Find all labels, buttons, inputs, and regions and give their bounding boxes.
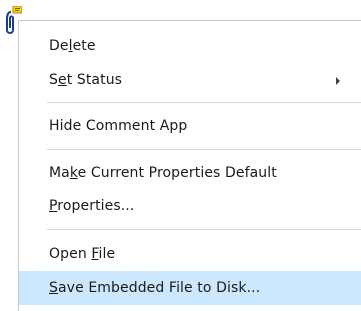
menu-separator [47, 102, 361, 103]
menu-item-label: Save Embedded File to Disk... [49, 280, 261, 296]
menu-item-label: Make Current Properties Default [49, 165, 277, 181]
chevron-right-icon [336, 77, 340, 85]
menu-item-open-file[interactable]: Open File [19, 237, 361, 271]
menu-item-label: Open File [49, 246, 116, 262]
menu-item-save-embedded-file[interactable]: Save Embedded File to Disk... [19, 271, 361, 305]
menu-item-label: Hide Comment App [49, 118, 188, 134]
menu-item-hide-comment-app[interactable]: Hide Comment App [19, 109, 361, 143]
menu-item-set-status[interactable]: Set Status [19, 63, 361, 97]
context-menu: Delete Set Status Hide Comment App Make … [18, 20, 361, 311]
menu-item-label: Properties... [49, 198, 135, 214]
menu-item-properties[interactable]: Properties... [19, 189, 361, 223]
menu-item-label: Set Status [49, 72, 123, 88]
menu-item-label: Delete [49, 38, 96, 54]
menu-separator [47, 149, 361, 150]
menu-item-make-current-properties-default[interactable]: Make Current Properties Default [19, 156, 361, 190]
menu-item-delete[interactable]: Delete [19, 29, 361, 63]
menu-separator [47, 229, 361, 230]
